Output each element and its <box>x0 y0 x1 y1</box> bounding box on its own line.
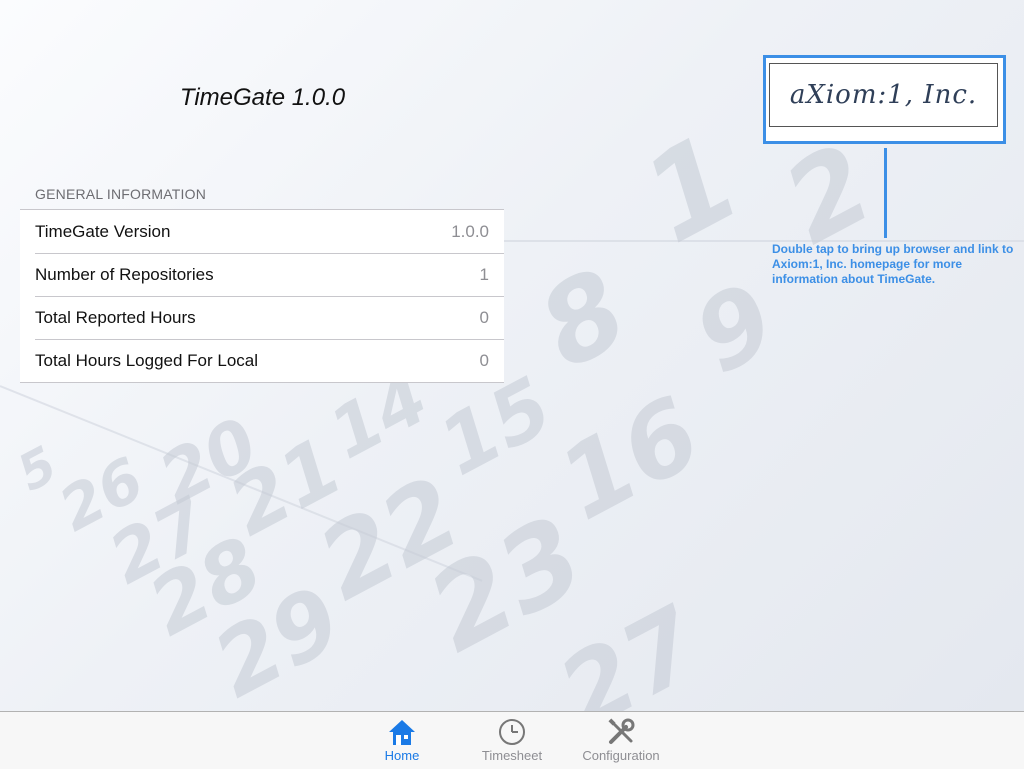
tab-timesheet-label: Timesheet <box>481 748 543 763</box>
section-header-general-information: GENERAL INFORMATION <box>35 186 207 202</box>
row-label: TimeGate Version <box>35 221 171 241</box>
row-label: Number of Repositories <box>35 265 214 284</box>
row-value: 1 <box>479 265 489 284</box>
clock-icon <box>499 719 525 745</box>
row-value: 0 <box>479 351 489 370</box>
logo-hint-text: Double tap to bring up browser and link … <box>772 242 1014 286</box>
company-logo: aXiom:1, Inc. <box>769 63 998 127</box>
tab-timesheet[interactable]: Timesheet <box>464 718 560 763</box>
row-value: 0 <box>479 308 489 327</box>
house-icon <box>389 720 415 745</box>
company-logo-button[interactable]: aXiom:1, Inc. <box>763 55 1006 144</box>
row-value: 1.0.0 <box>451 221 489 241</box>
table-row[interactable]: TimeGate Version 1.0.0 <box>20 210 504 253</box>
page-title: TimeGate 1.0.0 <box>179 84 346 111</box>
general-information-table: TimeGate Version 1.0.0 Number of Reposit… <box>20 209 504 383</box>
tab-home-label: Home <box>384 748 420 763</box>
row-label: Total Reported Hours <box>35 308 196 327</box>
tab-configuration-label: Configuration <box>582 748 660 763</box>
tab-configuration[interactable]: Configuration <box>573 718 669 763</box>
tab-bar: Home Timesheet Configuration <box>0 711 1024 769</box>
logo-text: aXiom:1, Inc. <box>789 80 978 110</box>
row-label: Total Hours Logged For Local <box>35 351 259 370</box>
callout-connector-line <box>884 148 887 238</box>
tab-home[interactable]: Home <box>354 718 450 763</box>
table-row[interactable]: Number of Repositories 1 <box>35 253 504 296</box>
table-row[interactable]: Total Hours Logged For Local 0 <box>35 339 504 382</box>
table-row[interactable]: Total Reported Hours 0 <box>35 296 504 339</box>
wrench-screwdriver-icon <box>608 718 635 744</box>
